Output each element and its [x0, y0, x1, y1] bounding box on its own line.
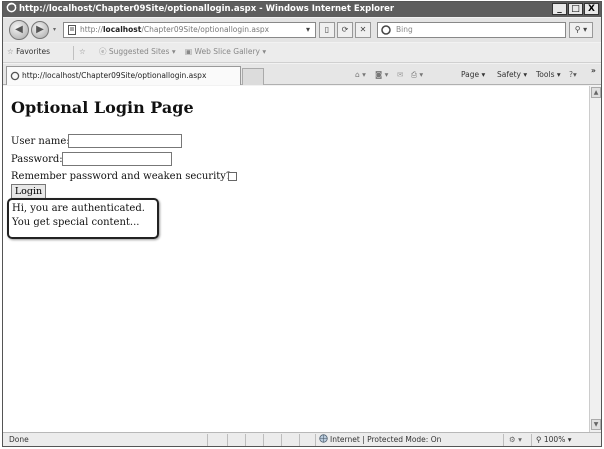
zoom-chevron-icon: ▾: [567, 435, 572, 444]
favorites-divider: [73, 46, 74, 60]
scroll-up-icon[interactable]: ▲: [591, 87, 601, 98]
refresh-icon[interactable]: ⟳: [337, 22, 353, 38]
help-icon[interactable]: ?▾: [569, 69, 577, 81]
security-zone-label: Internet | Protected Mode: On: [330, 435, 442, 444]
forward-arrow-icon: ▶: [36, 24, 44, 35]
vertical-scrollbar[interactable]: ▲ ▼: [589, 86, 601, 432]
print-icon[interactable]: ⎙ ▾: [411, 69, 423, 81]
login-button[interactable]: Login: [11, 184, 46, 199]
page-title: Optional Login Page: [11, 98, 194, 117]
back-button[interactable]: ◀: [9, 20, 29, 40]
status-divider: [263, 434, 264, 446]
tab-bar: http://localhost/Chapter09Site/optionall…: [3, 64, 601, 85]
maximize-button[interactable]: □: [568, 3, 583, 15]
window-controls: _ □ X: [552, 3, 599, 15]
minimize-button[interactable]: _: [552, 3, 567, 15]
status-divider: [245, 434, 246, 446]
compatibility-view-icon[interactable]: ▯: [319, 22, 335, 38]
web-slice-gallery-label: Web Slice Gallery ▾: [194, 47, 267, 56]
zoom-level: 100%: [543, 435, 566, 444]
special-content-message: You get special content...: [12, 217, 140, 228]
address-toolbar: ◀ ▶ ▾ http://localhost/Chapter09Site/opt…: [3, 18, 601, 42]
status-text: Done: [9, 435, 29, 444]
title-bar: http://localhost/Chapter09Site/optionall…: [3, 2, 601, 17]
status-divider: [503, 434, 504, 446]
status-divider: [531, 434, 532, 446]
tab-page-icon: [10, 71, 20, 81]
magnifier-icon: ⚲ ▾: [574, 25, 588, 34]
globe-icon: [319, 434, 328, 443]
status-divider: [299, 434, 300, 446]
scroll-down-icon[interactable]: ▼: [591, 419, 601, 430]
address-input[interactable]: http://localhost/Chapter09Site/optionall…: [63, 22, 316, 38]
add-ons-icon[interactable]: ⚙ ▾: [509, 433, 522, 446]
tools-menu-chevron-icon: ▾: [554, 70, 561, 79]
forward-button[interactable]: ▶: [31, 21, 49, 39]
address-host: localhost: [102, 25, 142, 34]
favorites-button[interactable]: ☆ Favorites: [7, 46, 50, 58]
suggested-sites-label: Suggested Sites ▾: [108, 47, 176, 56]
page-menu[interactable]: Page ▾: [461, 69, 485, 81]
web-slice-gallery-link[interactable]: ▣ Web Slice Gallery ▾: [185, 46, 266, 58]
recent-pages-dropdown-icon[interactable]: ▾: [53, 26, 56, 33]
suggested-sites-link[interactable]: ⓔ Suggested Sites ▾: [99, 46, 176, 58]
safety-menu-label: Safety: [497, 70, 521, 79]
more-commands-icon[interactable]: »: [591, 65, 596, 77]
ie-logo-icon: [6, 2, 17, 13]
favorites-label: Favorites: [16, 47, 51, 56]
password-label: Password:: [11, 154, 63, 165]
add-to-favorites-bar-icon[interactable]: ☆: [79, 46, 86, 58]
username-input[interactable]: [68, 134, 182, 148]
address-path: /Chapter09Site/optionallogin.aspx: [141, 25, 270, 34]
search-button[interactable]: ⚲ ▾: [569, 22, 593, 38]
favorites-bar: ☆ Favorites ☆ ⓔ Suggested Sites ▾ ▣ Web …: [3, 43, 601, 63]
tab-label: http://localhost/Chapter09Site/optionall…: [22, 71, 207, 80]
zoom-icon: ⚲: [536, 435, 542, 444]
address-prefix: http://: [80, 25, 103, 34]
address-dropdown-icon[interactable]: ▾: [301, 23, 315, 37]
tab-optionallogin[interactable]: http://localhost/Chapter09Site/optionall…: [6, 66, 241, 85]
status-divider: [207, 434, 208, 446]
status-divider: [227, 434, 228, 446]
window-title: http://localhost/Chapter09Site/optionall…: [19, 4, 395, 14]
zoom-control[interactable]: ⚲ 100% ▾: [536, 433, 572, 446]
search-input[interactable]: Bing: [377, 22, 566, 38]
search-placeholder: Bing: [396, 25, 413, 34]
new-tab-button[interactable]: [242, 68, 264, 85]
feeds-icon[interactable]: ◙ ▾: [375, 69, 388, 81]
tools-menu[interactable]: Tools ▾: [536, 69, 561, 81]
safety-menu[interactable]: Safety ▾: [497, 69, 527, 81]
stop-icon[interactable]: ✕: [355, 22, 371, 38]
ie-window: http://localhost/Chapter09Site/optionall…: [2, 1, 602, 447]
star-icon: ☆: [7, 47, 14, 56]
password-input[interactable]: [62, 152, 172, 166]
web-slice-icon: ▣: [185, 47, 193, 56]
back-arrow-icon: ◀: [15, 24, 23, 35]
security-zone[interactable]: Internet | Protected Mode: On: [319, 433, 441, 446]
bing-logo-icon: [381, 25, 391, 35]
home-icon[interactable]: ⌂ ▾: [355, 69, 366, 81]
read-mail-icon[interactable]: ✉: [397, 69, 403, 81]
close-button[interactable]: X: [584, 3, 599, 15]
page-content: Optional Login Page User name: Password:…: [3, 86, 589, 432]
remember-checkbox[interactable]: [228, 172, 237, 181]
remember-label: Remember password and weaken security?:: [11, 171, 235, 182]
status-divider: [315, 434, 316, 446]
tools-menu-label: Tools: [536, 70, 555, 79]
username-label: User name:: [11, 136, 70, 147]
safety-menu-chevron-icon: ▾: [521, 70, 528, 79]
page-icon: [68, 25, 76, 35]
page-menu-label: Page: [461, 70, 480, 79]
authenticated-message: Hi, you are authenticated.: [12, 203, 145, 214]
status-bar: Done Internet | Protected Mode: On ⚙ ▾ ⚲…: [3, 432, 601, 446]
ie-small-icon: ⓔ: [99, 47, 107, 56]
page-menu-chevron-icon: ▾: [479, 70, 486, 79]
status-divider: [281, 434, 282, 446]
